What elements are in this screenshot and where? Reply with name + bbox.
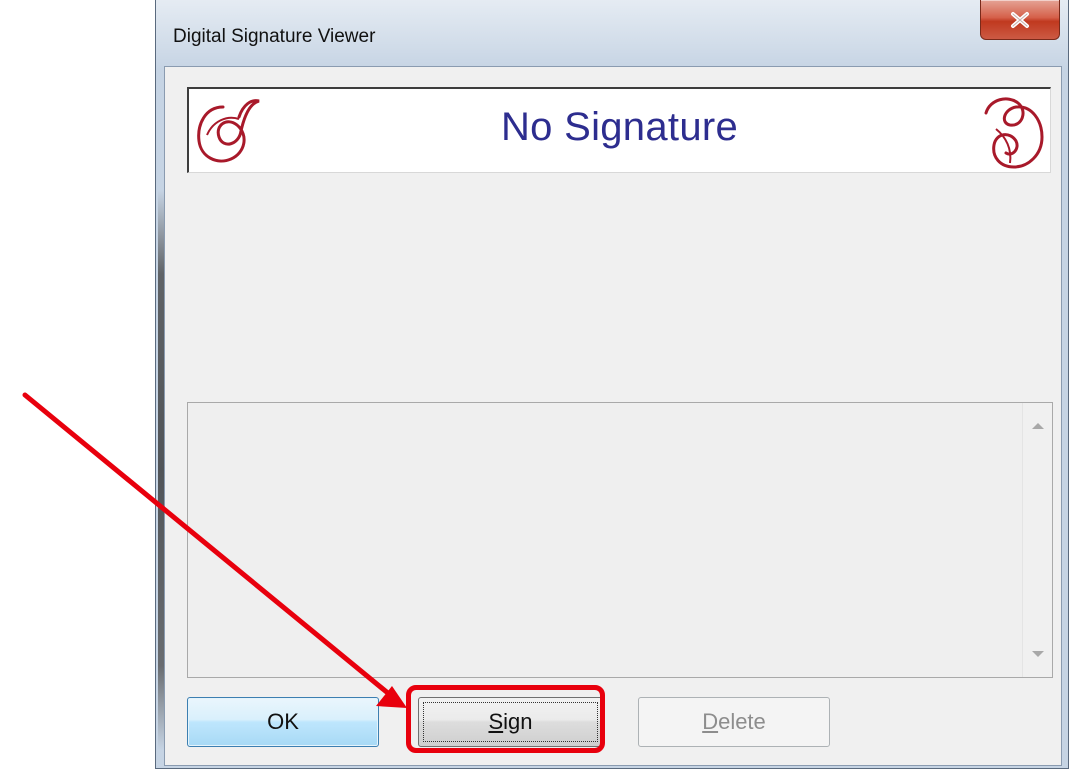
annotation-arrow-icon — [22, 392, 407, 708]
